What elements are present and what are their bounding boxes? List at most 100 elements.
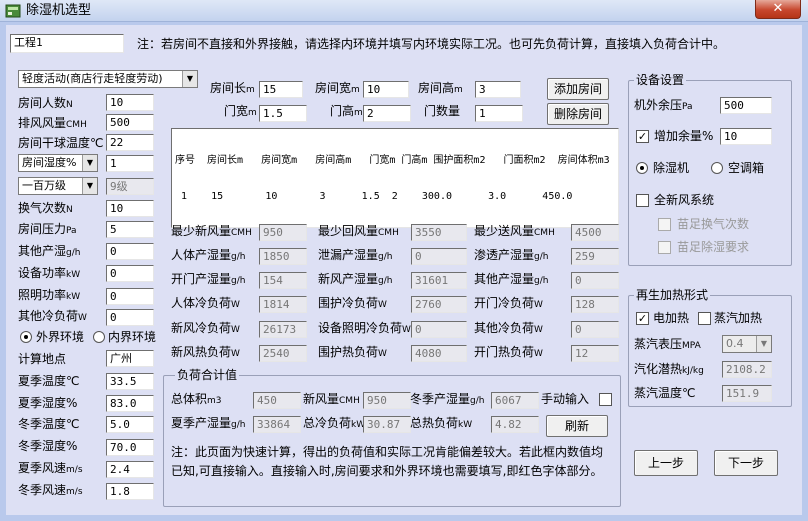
latent-heat-label: 汽化潜热kJ/kg [634, 362, 704, 376]
drybulb-label: 房间干球温度℃ [18, 136, 104, 150]
activity-select[interactable]: 轻度活动(商店行走轻度劳动) ▼ [18, 70, 198, 88]
winter-temp-input[interactable]: 5.0 [106, 416, 154, 433]
door-height-label: 门高m [330, 104, 363, 118]
prev-step-button[interactable]: 上一步 [634, 450, 698, 476]
door-width-input[interactable]: 1.5 [259, 105, 307, 122]
light-input[interactable]: 0 [106, 288, 154, 305]
min-return-label: 最少回风量CMH [318, 224, 399, 238]
total-volume-label: 总体积m3 [171, 392, 222, 406]
equip-label: 设备功率kW [18, 266, 81, 280]
winter-temp-label: 冬季温度℃ [18, 417, 80, 431]
winter-moist-field[interactable]: 6067 [491, 392, 539, 409]
wall-cool-field: 2760 [411, 296, 467, 313]
ext-pressure-input[interactable]: 500 [720, 97, 772, 114]
steam-heat-label: 蒸汽加热 [714, 311, 763, 325]
manual-input-checkbox[interactable] [599, 393, 612, 406]
room-length-input[interactable]: 15 [259, 81, 303, 98]
room-width-input[interactable]: 10 [363, 81, 409, 98]
equip-input[interactable]: 0 [106, 265, 154, 282]
equipment-title: 设备设置 [634, 73, 687, 87]
outer-env-radio[interactable] [20, 331, 32, 343]
delete-room-button[interactable]: 删除房间 [547, 103, 609, 125]
exhaust-input[interactable]: 500 [106, 114, 154, 131]
steam-pressure-select[interactable]: 0.4 ▼ [722, 335, 772, 353]
summer-wind-input[interactable]: 2.4 [106, 461, 154, 478]
fresh-heat-field: 2540 [259, 345, 307, 362]
other-cool-calc-label: 其他冷负荷W [474, 321, 543, 335]
fresh-system-label: 全新风系统 [654, 193, 715, 207]
total-volume-field[interactable]: 450 [253, 392, 301, 409]
chevron-down-icon: ▼ [82, 155, 97, 171]
margin-input[interactable]: 10 [720, 128, 772, 145]
other-moist-input[interactable]: 0 [106, 243, 154, 260]
table-cell: 1 [175, 191, 206, 202]
pressure-input[interactable]: 5 [106, 221, 154, 238]
summer-temp-input[interactable]: 33.5 [106, 373, 154, 390]
add-room-button[interactable]: 添加房间 [547, 78, 609, 100]
table-cell: 15 [205, 191, 260, 202]
location-field[interactable]: 广州 [106, 350, 154, 367]
fresh-system-checkbox[interactable] [636, 194, 649, 207]
table-column-header: 门面积m2 [503, 155, 558, 166]
electric-heat-checkbox[interactable]: ✓ [636, 312, 649, 325]
equip-cool-label: 设备照明冷负荷W [318, 321, 411, 335]
summer-moist-field[interactable]: 33864 [253, 416, 301, 433]
ac-box-radio[interactable] [711, 162, 723, 174]
door-moist-field: 154 [259, 272, 307, 289]
people-input[interactable]: 10 [106, 94, 154, 111]
room-height-input[interactable]: 3 [475, 81, 521, 98]
ext-pressure-label: 机外余压Pa [634, 98, 693, 112]
steam-heat-checkbox[interactable] [698, 312, 711, 325]
margin-checkbox[interactable]: ✓ [636, 130, 649, 143]
refresh-button[interactable]: 刷新 [546, 415, 608, 437]
inner-env-radio[interactable] [93, 331, 105, 343]
fresh-cool-field: 26173 [259, 321, 307, 338]
table-cell: 3.0 [482, 191, 537, 202]
winter-wind-input[interactable]: 1.8 [106, 483, 154, 500]
drybulb-input[interactable]: 22 [106, 134, 154, 151]
other-moist-calc-label: 其他产湿量g/h [474, 272, 549, 286]
room-table[interactable]: 序号 房间长m 房间宽m 房间高m 门宽m 门高m 围护面积m2 门面积m2 房… [171, 128, 619, 228]
clean-class-select[interactable]: 一百万级 ▼ [18, 177, 98, 195]
location-label: 计算地点 [18, 352, 67, 366]
totals-title: 负荷合计值 [175, 368, 240, 382]
dehumidifier-radio[interactable] [636, 162, 648, 174]
meet-ach-checkbox[interactable] [658, 218, 671, 231]
next-step-button[interactable]: 下一步 [714, 450, 778, 476]
winter-hum-input[interactable]: 70.0 [106, 439, 154, 456]
room-height-label: 房间高m [418, 81, 463, 95]
table-cell: 300.0 [415, 191, 483, 202]
total-cool-field[interactable]: 30.87 [363, 416, 411, 433]
total-heat-label: 总热负荷kW [410, 416, 473, 430]
other-cool-input[interactable]: 0 [106, 309, 154, 326]
wall-heat-label: 围护热负荷W [318, 345, 387, 359]
fresh-heat-label: 新风热负荷W [171, 345, 240, 359]
door-count-input[interactable]: 1 [475, 105, 523, 122]
humidity-input[interactable]: 1 [106, 155, 154, 172]
outer-env-label: 外界环境 [36, 330, 85, 344]
humidity-type-select[interactable]: 房间湿度% ▼ [18, 154, 98, 172]
project-name-input[interactable]: 工程1 [10, 34, 124, 53]
summer-hum-input[interactable]: 83.0 [106, 395, 154, 412]
equip-cool-field: 0 [411, 321, 467, 338]
wall-heat-field: 4080 [411, 345, 467, 362]
meet-dehum-checkbox[interactable] [658, 241, 671, 254]
close-button[interactable]: ✕ [755, 0, 801, 19]
total-heat-field[interactable]: 4.82 [491, 416, 539, 433]
people-label: 房间人数N [18, 96, 73, 110]
ach-input[interactable]: 10 [106, 200, 154, 217]
total-fresh-field[interactable]: 950 [363, 392, 411, 409]
body-cool-field: 1814 [259, 296, 307, 313]
exhaust-label: 排风风量CMH [18, 116, 87, 130]
window-title: 除湿机选型 [26, 3, 92, 18]
other-moist-calc-field: 0 [571, 272, 619, 289]
other-cool-label: 其他冷负荷W [18, 309, 87, 323]
table-row[interactable]: 1 15 10 3 1.5 2 300.0 3.0 450.0 [175, 191, 615, 203]
summer-hum-label: 夏季湿度% [18, 396, 78, 410]
table-column-header: 房间体积m3 [557, 155, 616, 166]
table-header: 序号 房间长m 房间宽m 房间高m 门宽m 门高m 围护面积m2 门面积m2 房… [175, 155, 615, 167]
leak-moist-field: 0 [411, 248, 467, 265]
table-column-header: 房间长m [207, 155, 262, 166]
door-height-input[interactable]: 2 [363, 105, 411, 122]
latent-heat-field: 2108.2 [722, 361, 772, 378]
